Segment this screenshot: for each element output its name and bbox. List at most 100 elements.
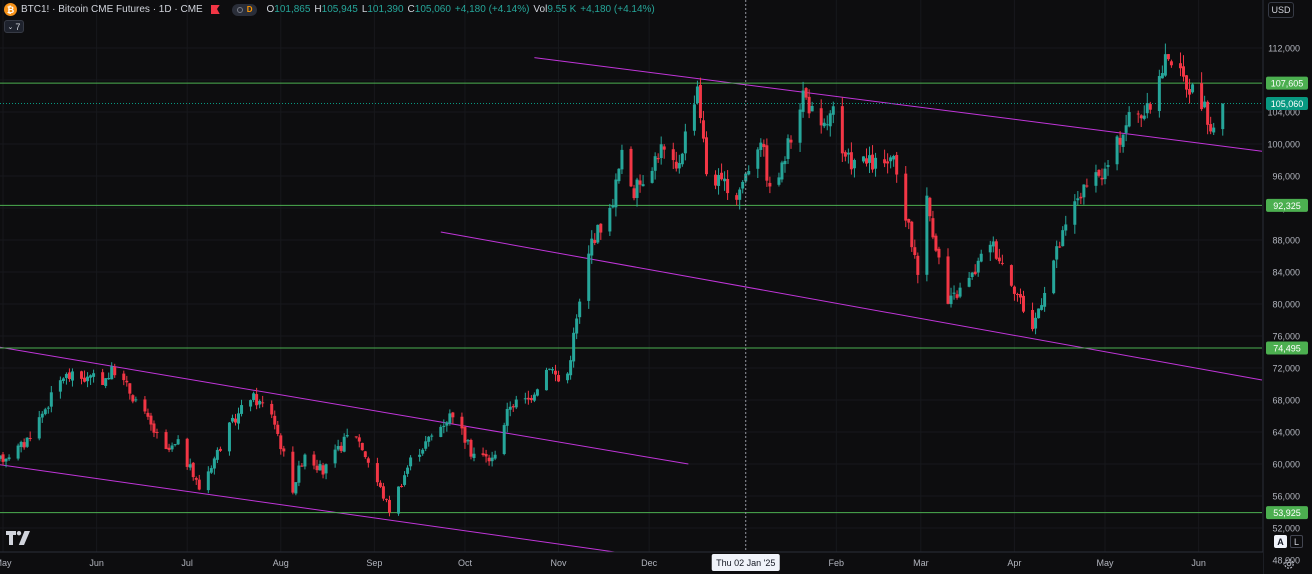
candle xyxy=(366,456,370,468)
candle-body xyxy=(949,295,953,305)
candle-body xyxy=(735,195,739,200)
candle-body xyxy=(680,153,684,165)
live-indicator[interactable]: D xyxy=(231,3,258,16)
indicators-collapse-button[interactable]: ⌄ 7 xyxy=(4,20,24,33)
candle xyxy=(1209,116,1213,135)
candle xyxy=(698,77,702,124)
candle-body xyxy=(255,394,259,406)
candle-body xyxy=(677,163,681,169)
log-scale-button[interactable]: L xyxy=(1290,535,1303,548)
candle-body xyxy=(46,407,50,409)
candle-body xyxy=(523,398,527,400)
time-axis[interactable]: May Jun Jul Aug Sep Oct Nov Dec Feb Mar Apr May Jun T… xyxy=(0,551,1263,574)
candle-body xyxy=(252,393,256,400)
candle-body xyxy=(801,90,805,112)
auto-scale-button[interactable]: A xyxy=(1274,535,1287,548)
candle xyxy=(1064,215,1068,236)
candle xyxy=(25,437,29,448)
candle xyxy=(460,412,464,435)
candle-body xyxy=(650,170,654,183)
candle xyxy=(107,372,111,380)
candle xyxy=(768,176,772,194)
candle-body xyxy=(1106,165,1110,167)
candle-body xyxy=(544,369,548,391)
candle-body xyxy=(916,255,920,275)
candle-body xyxy=(1118,137,1122,145)
candle xyxy=(780,160,784,183)
candle-body xyxy=(43,409,47,415)
settings-gear-icon[interactable] xyxy=(1283,558,1295,570)
candle-body xyxy=(155,431,159,433)
candle-body xyxy=(714,174,718,186)
candle-body xyxy=(1076,198,1080,201)
candle xyxy=(843,150,847,162)
candle xyxy=(895,151,899,183)
candle xyxy=(80,370,84,385)
live-indicator-icon xyxy=(236,6,243,13)
trend-channels[interactable] xyxy=(0,57,1263,556)
candle xyxy=(384,498,388,503)
candle-body xyxy=(1142,115,1146,119)
candle xyxy=(110,362,114,380)
candle xyxy=(1157,69,1161,118)
candle xyxy=(28,431,32,442)
tradingview-logo-icon[interactable] xyxy=(6,531,30,545)
candle xyxy=(1043,286,1047,312)
candle-body xyxy=(554,370,558,375)
candle-body xyxy=(889,157,893,162)
candle-body xyxy=(406,467,410,474)
candle xyxy=(786,134,790,164)
candle xyxy=(611,198,615,209)
candle-body xyxy=(1203,101,1207,108)
candle xyxy=(409,455,413,471)
currency-button[interactable]: USD xyxy=(1268,2,1294,18)
candle-body xyxy=(846,152,850,155)
symbol-title[interactable]: BTC1! · Bitcoin CME Futures · 1D · CME xyxy=(21,4,203,15)
candle-body xyxy=(0,455,2,459)
price-tick-label: 84,000 xyxy=(1272,268,1300,278)
candle xyxy=(569,355,573,380)
candle xyxy=(958,282,962,299)
candle-body xyxy=(508,406,512,410)
candle xyxy=(692,95,696,136)
candle xyxy=(400,483,404,488)
candle-body xyxy=(638,180,642,185)
price-axis[interactable]: 112,000108,000104,000100,00096,00092,000… xyxy=(1262,0,1312,574)
candle-body xyxy=(849,152,853,170)
candle-body xyxy=(635,179,639,198)
candle xyxy=(738,187,742,210)
candle-body xyxy=(674,161,678,169)
candle xyxy=(113,363,117,378)
candle xyxy=(321,462,325,479)
candle-body xyxy=(620,149,624,170)
candle-body xyxy=(1094,172,1098,186)
candle xyxy=(143,396,147,415)
candle xyxy=(258,399,262,409)
candle xyxy=(297,460,301,487)
candle-body xyxy=(1031,309,1035,330)
candle-body xyxy=(723,178,727,182)
candle-body xyxy=(976,260,980,273)
candle-body xyxy=(209,468,213,473)
candle-body xyxy=(1209,124,1213,132)
candle-body xyxy=(532,394,536,401)
candle xyxy=(58,376,62,399)
candle xyxy=(849,142,853,175)
candle xyxy=(1009,264,1013,287)
candle xyxy=(442,419,446,434)
candle xyxy=(680,152,684,167)
flag-icon[interactable] xyxy=(210,5,220,14)
candle-body xyxy=(514,399,518,408)
candle-body xyxy=(1157,76,1161,111)
candle-body xyxy=(578,301,582,318)
candle-body xyxy=(777,177,781,185)
candle-body xyxy=(1073,201,1077,225)
price-chart[interactable]: 112,000108,000104,000100,00096,00092,000… xyxy=(0,0,1312,574)
candle-body xyxy=(354,436,358,438)
candle xyxy=(1169,59,1173,68)
candle-body xyxy=(1043,292,1047,307)
candle-body xyxy=(994,241,998,259)
candle xyxy=(1100,168,1104,186)
candle xyxy=(1191,82,1195,94)
candle-body xyxy=(726,179,730,194)
